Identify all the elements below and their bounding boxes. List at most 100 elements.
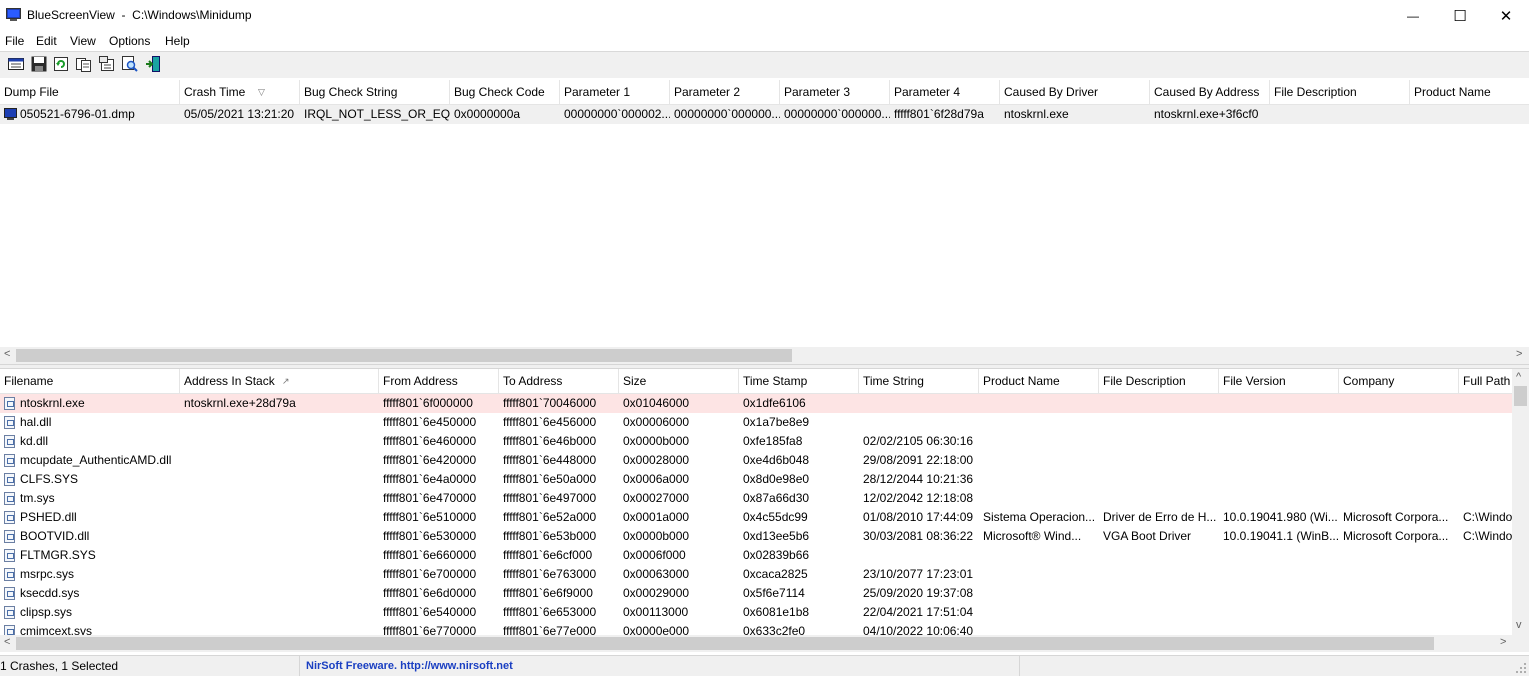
col-caused-by-address[interactable]: Caused By Address	[1150, 80, 1270, 104]
menu-file[interactable]: File	[5, 34, 24, 48]
col-filename[interactable]: Filename	[0, 369, 180, 393]
minimize-button[interactable]: —	[1390, 0, 1436, 31]
scroll-right-icon[interactable]: >	[1500, 636, 1506, 648]
table-row[interactable]: PSHED.dll fffff801`6e510000 fffff801`6e5…	[0, 508, 1512, 527]
scroll-left-icon[interactable]: <	[4, 348, 10, 360]
col-file-version[interactable]: File Version	[1219, 369, 1339, 393]
table-row[interactable]: mcupdate_AuthenticAMD.dll fffff801`6e420…	[0, 451, 1512, 470]
cell-full-path	[1459, 603, 1512, 622]
table-row[interactable]: ntoskrnl.exe ntoskrnl.exe+28d79a fffff80…	[0, 394, 1512, 413]
col-to-address[interactable]: To Address	[499, 369, 619, 393]
cell-full-path	[1459, 584, 1512, 603]
cell-company	[1339, 565, 1459, 584]
vscroll-thumb[interactable]	[1514, 386, 1527, 406]
table-row[interactable]: cmimcext.sys fffff801`6e770000 fffff801`…	[0, 622, 1512, 635]
scroll-right-icon[interactable]: >	[1516, 348, 1522, 360]
cell-filename: ksecdd.sys	[20, 586, 80, 600]
col-bug-check-code[interactable]: Bug Check Code	[450, 80, 560, 104]
table-row[interactable]: tm.sys fffff801`6e470000 fffff801`6e4970…	[0, 489, 1512, 508]
exit-button[interactable]	[144, 55, 162, 73]
cell-to-address: fffff801`6e456000	[503, 415, 597, 429]
scroll-left-icon[interactable]: <	[4, 636, 10, 648]
hscroll-thumb[interactable]	[16, 637, 1434, 650]
cell-to-address: fffff801`6e653000	[503, 605, 597, 619]
cell-bug-check-code: 0x0000000a	[454, 107, 521, 121]
table-row[interactable]: clipsp.sys fffff801`6e540000 fffff801`6e…	[0, 603, 1512, 622]
cell-full-path	[1459, 546, 1512, 565]
col-full-path[interactable]: Full Path	[1459, 369, 1512, 393]
cell-address-in-stack	[180, 565, 379, 584]
col-crash-time[interactable]: Crash Time ▽	[180, 80, 300, 104]
col-time-string[interactable]: Time String	[859, 369, 979, 393]
cell-filename: FLTMGR.SYS	[20, 548, 96, 562]
scroll-down-icon[interactable]: v	[1516, 619, 1522, 631]
maximize-button[interactable]: ☐	[1437, 0, 1483, 31]
col-file-description[interactable]: File Description	[1270, 80, 1410, 104]
cell-size: 0x0000b000	[623, 529, 690, 543]
cell-from-address: fffff801`6e530000	[383, 529, 477, 543]
col-product-name[interactable]: Product Name	[979, 369, 1099, 393]
cell-file-description	[1099, 413, 1219, 432]
table-row[interactable]: BOOTVID.dll fffff801`6e530000 fffff801`6…	[0, 527, 1512, 546]
col-company[interactable]: Company	[1339, 369, 1459, 393]
col-dump-file[interactable]: Dump File	[0, 80, 180, 104]
module-list-vscrollbar[interactable]: ^ v	[1512, 369, 1529, 635]
col-address-in-stack[interactable]: Address In Stack ↗	[180, 369, 379, 393]
scroll-up-icon[interactable]: ^	[1516, 371, 1521, 383]
find-button[interactable]	[121, 55, 139, 73]
file-icon	[4, 568, 15, 581]
menu-view[interactable]: View	[70, 34, 96, 48]
table-row[interactable]: CLFS.SYS fffff801`6e4a0000 fffff801`6e50…	[0, 470, 1512, 489]
table-row[interactable]: ksecdd.sys fffff801`6e6d0000 fffff801`6e…	[0, 584, 1512, 603]
cell-parameter-4: fffff801`6f28d79a	[894, 107, 984, 121]
cell-to-address: fffff801`6e46b000	[503, 434, 597, 448]
cell-file-description	[1099, 470, 1219, 489]
col-parameter-2[interactable]: Parameter 2	[670, 80, 780, 104]
col-bug-check-string[interactable]: Bug Check String	[300, 80, 450, 104]
crash-list-hscrollbar[interactable]: < >	[0, 347, 1529, 364]
col-size[interactable]: Size	[619, 369, 739, 393]
exit-icon	[146, 56, 160, 72]
copy-icon	[76, 58, 91, 72]
table-row[interactable]: kd.dll fffff801`6e460000 fffff801`6e46b0…	[0, 432, 1512, 451]
file-icon	[4, 511, 15, 524]
cell-caused-by-address: ntoskrnl.exe+3f6cf0	[1154, 107, 1259, 121]
close-button[interactable]: ✕	[1483, 0, 1529, 31]
cell-filename: kd.dll	[20, 434, 49, 448]
menu-help[interactable]: Help	[165, 34, 190, 48]
col-parameter-3[interactable]: Parameter 3	[780, 80, 890, 104]
cell-company	[1339, 432, 1459, 451]
module-list-header: Filename Address In Stack ↗ From Address…	[0, 369, 1512, 394]
html-report-button[interactable]	[7, 55, 25, 73]
col-parameter-4[interactable]: Parameter 4	[890, 80, 1000, 104]
cell-full-path	[1459, 565, 1512, 584]
file-icon	[4, 587, 15, 600]
resize-grip-icon[interactable]	[1515, 662, 1527, 674]
menu-options[interactable]: Options	[109, 34, 150, 48]
col-parameter-1[interactable]: Parameter 1	[560, 80, 670, 104]
properties-button[interactable]	[98, 55, 116, 73]
cell-full-path: C:\Windo	[1463, 529, 1512, 543]
cell-company	[1339, 413, 1459, 432]
col-from-address[interactable]: From Address	[379, 369, 499, 393]
cell-file-description	[1099, 489, 1219, 508]
table-row[interactable]: hal.dll fffff801`6e450000 fffff801`6e456…	[0, 413, 1512, 432]
cell-file-description	[1099, 565, 1219, 584]
crash-row[interactable]: 050521-6796-01.dmp 05/05/2021 13:21:20 I…	[0, 105, 1529, 124]
module-list-hscrollbar[interactable]: < >	[0, 635, 1529, 652]
col-file-description[interactable]: File Description	[1099, 369, 1219, 393]
col-product-name[interactable]: Product Name	[1410, 80, 1529, 104]
col-caused-by-driver[interactable]: Caused By Driver	[1000, 80, 1150, 104]
hscroll-thumb[interactable]	[16, 349, 792, 362]
menu-edit[interactable]: Edit	[36, 34, 57, 48]
cell-size: 0x00029000	[623, 586, 690, 600]
cell-size: 0x0000b000	[623, 434, 690, 448]
table-row[interactable]: FLTMGR.SYS fffff801`6e660000 fffff801`6e…	[0, 546, 1512, 565]
nirsoft-link[interactable]: NirSoft Freeware. http://www.nirsoft.net	[300, 656, 1020, 676]
col-time-stamp[interactable]: Time Stamp	[739, 369, 859, 393]
save-button[interactable]	[30, 55, 48, 73]
table-row[interactable]: msrpc.sys fffff801`6e700000 fffff801`6e7…	[0, 565, 1512, 584]
refresh-button[interactable]	[52, 55, 70, 73]
copy-button[interactable]	[75, 55, 93, 73]
cell-from-address: fffff801`6e460000	[383, 434, 477, 448]
